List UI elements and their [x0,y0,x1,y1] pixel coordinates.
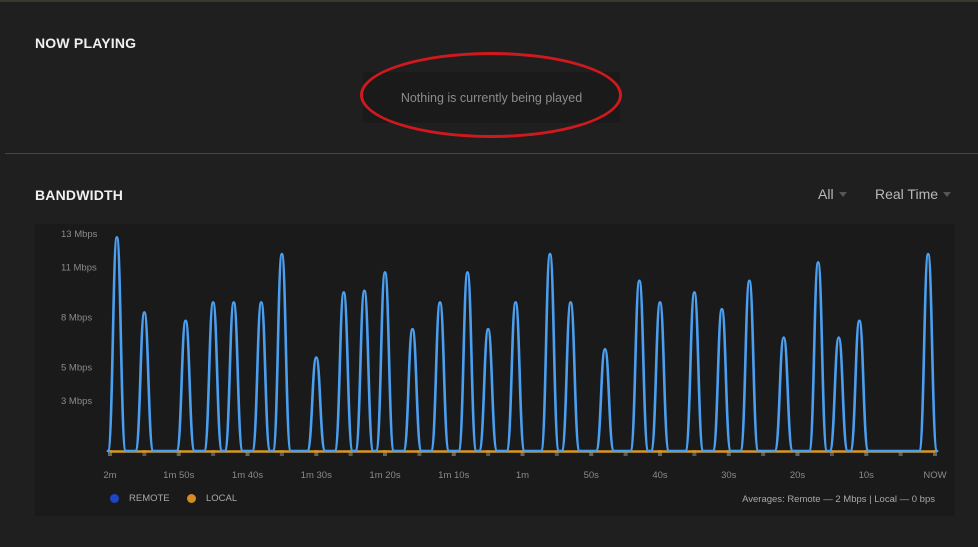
x-tick-label: 1m 10s [438,470,469,481]
y-tick-label: 3 Mbps [61,396,92,407]
remote-series-line [106,236,939,453]
local-legend-dot [187,494,196,503]
bandwidth-filter-dropdown[interactable]: All [818,186,847,202]
dashboard-page: NOW PLAYING Nothing is currently being p… [0,0,978,547]
local-legend-label: LOCAL [206,493,238,504]
x-tick-label: 2m [103,470,116,481]
legend-local[interactable]: LOCAL [187,493,237,504]
bandwidth-chart: 13 Mbps 11 Mbps 8 Mbps 5 Mbps 3 Mbps 2m 1m 50s… [61,229,947,481]
x-tick-label: 1m 50s [163,470,194,481]
x-tick-label: 40s [652,470,668,481]
empty-message: Nothing is currently being played [400,90,583,105]
time-range-dropdown[interactable]: Real Time [875,186,952,202]
section-divider [5,153,978,154]
x-tick-label: 1m 20s [369,470,400,481]
legend-remote[interactable]: REMOTE [110,493,170,504]
remote-legend-dot [110,494,119,503]
bandwidth-chart-panel: 13 Mbps 11 Mbps 8 Mbps 5 Mbps 3 Mbps 2m 1m 50s… [35,224,955,516]
now-playing-title: NOW PLAYING [35,35,137,51]
x-tick-label: NOW [923,470,946,481]
x-tick-label: 20s [790,470,806,481]
now-playing-empty-state: Nothing is currently being played [363,72,620,123]
y-tick-label: 11 Mbps [61,262,97,273]
filter-value: All [818,186,834,202]
x-tick-label: 1m 40s [232,470,263,481]
x-tick-label: 30s [721,470,737,481]
x-tick-label: 1m [516,470,529,481]
x-tick-label: 50s [584,470,600,481]
bandwidth-title: BANDWIDTH [35,187,124,203]
y-tick-label: 5 Mbps [61,363,92,374]
chevron-down-icon [943,192,952,197]
bandwidth-averages: Averages: Remote — 2 Mbps | Local — 0 bp… [742,494,935,505]
remote-legend-label: REMOTE [129,493,170,504]
y-tick-label: 8 Mbps [61,312,92,323]
top-rule [0,0,978,2]
x-tick-label: 1m 30s [301,470,332,481]
chevron-down-icon [838,192,847,197]
y-tick-label: 13 Mbps [61,229,98,240]
range-value: Real Time [875,186,939,202]
x-tick-label: 10s [859,470,875,481]
